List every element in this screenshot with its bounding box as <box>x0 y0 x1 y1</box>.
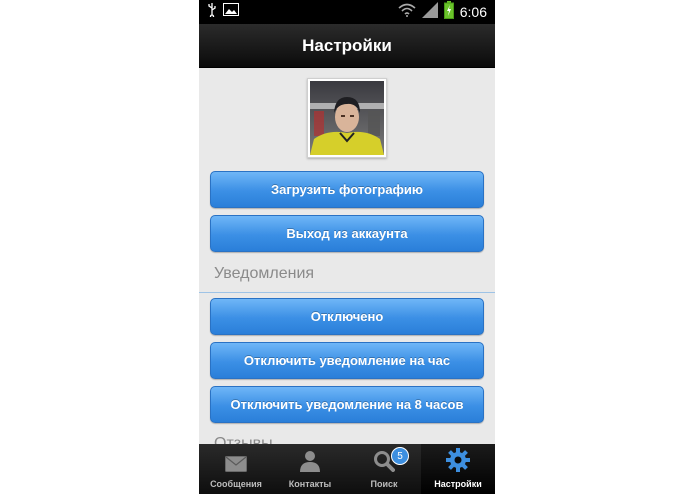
settings-content[interactable]: Загрузить фотографию Выход из аккаунта У… <box>199 68 495 444</box>
battery-charging-icon <box>443 0 454 24</box>
phone-screen: 6:06 Настройки Загрузить фотографию Выхо… <box>199 0 495 494</box>
signal-icon <box>421 1 438 23</box>
tab-contacts[interactable]: Контакты <box>273 444 347 494</box>
tab-messages[interactable]: Сообщения <box>199 444 273 494</box>
avatar-image <box>310 81 384 155</box>
page-title: Настройки <box>302 35 392 55</box>
gear-icon <box>446 448 470 477</box>
status-bar: 6:06 <box>199 0 495 24</box>
avatar[interactable] <box>307 78 387 158</box>
upload-photo-button[interactable]: Загрузить фотографию <box>210 171 484 208</box>
usb-icon <box>207 2 217 22</box>
tab-bar: Сообщения Контакты 5 Поиск Настройки <box>199 444 495 494</box>
wifi-icon <box>398 3 416 22</box>
search-badge: 5 <box>391 447 409 465</box>
notifications-section-title: Уведомления <box>214 265 315 282</box>
tab-settings[interactable]: Настройки <box>421 444 495 494</box>
mute-hour-button[interactable]: Отключить уведомление на час <box>210 342 484 379</box>
envelope-icon <box>225 456 247 477</box>
image-icon <box>223 3 239 21</box>
status-time: 6:06 <box>459 4 487 20</box>
section-divider <box>199 292 495 293</box>
person-icon <box>300 450 320 477</box>
tab-search-label: Поиск <box>370 479 398 489</box>
tab-messages-label: Сообщения <box>210 479 262 489</box>
mute-8-hours-button[interactable]: Отключить уведомление на 8 часов <box>210 386 484 423</box>
logout-button[interactable]: Выход из аккаунта <box>210 215 484 252</box>
tab-contacts-label: Контакты <box>288 479 332 489</box>
tab-search[interactable]: 5 Поиск <box>347 444 421 494</box>
notifications-off-button[interactable]: Отключено <box>210 298 484 335</box>
reviews-section-title: Отзывы <box>214 435 273 444</box>
title-bar: Настройки <box>199 24 495 68</box>
tab-settings-label: Настройки <box>434 479 482 489</box>
